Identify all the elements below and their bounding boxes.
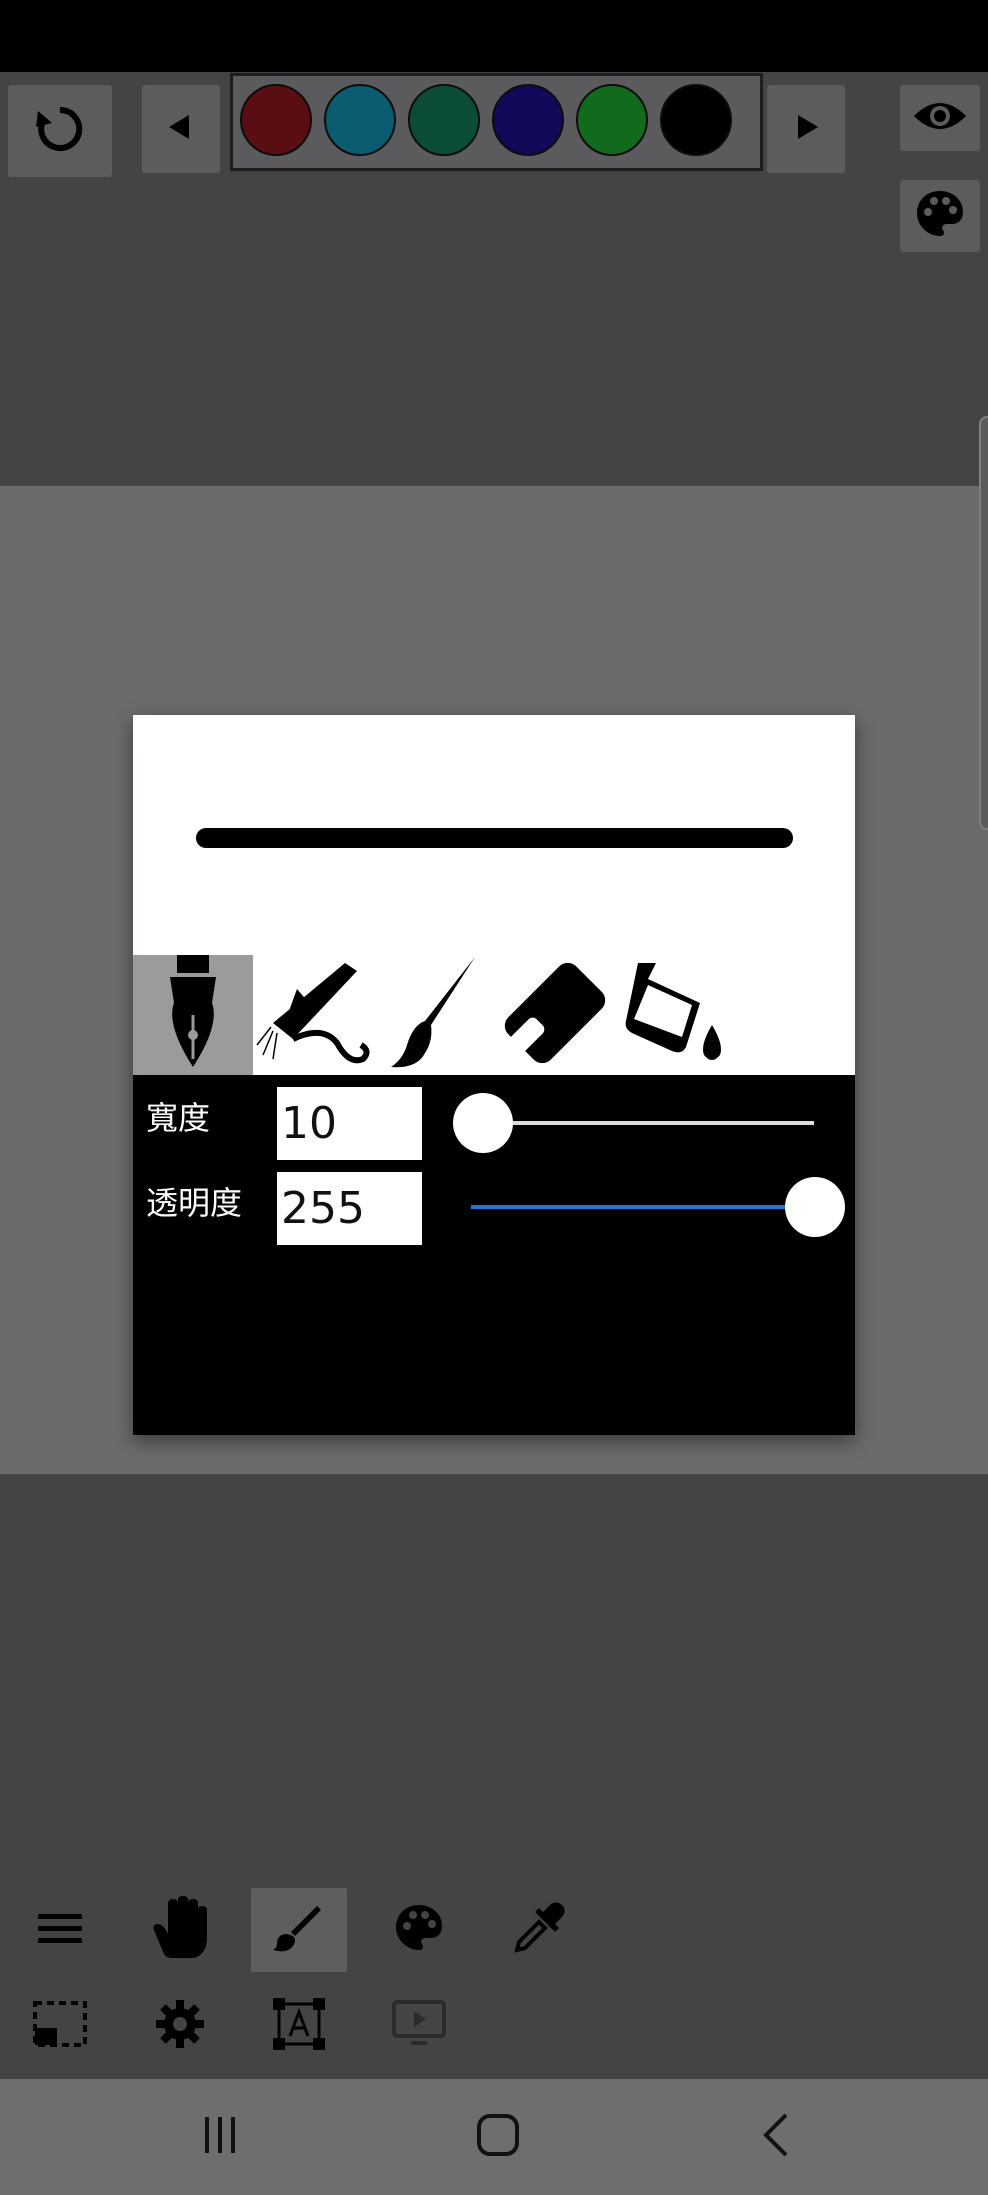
eye-icon [912, 96, 968, 140]
recent-apps-icon [200, 2115, 240, 2159]
selection-icon [32, 2000, 88, 2052]
undo-button[interactable] [8, 85, 112, 177]
palette-swatch[interactable] [492, 84, 564, 156]
eraser-icon [497, 955, 613, 1075]
home-button[interactable] [458, 2099, 538, 2175]
status-bar [0, 0, 988, 72]
gear-icon [154, 1998, 206, 2054]
system-navigation-bar [0, 2079, 988, 2195]
tool-eraser[interactable] [495, 955, 615, 1075]
text-button[interactable] [251, 1984, 347, 2068]
hand-icon [150, 1896, 210, 1964]
paintbrush-icon [383, 955, 483, 1075]
color-button[interactable] [371, 1888, 467, 1972]
opacity-slider-track[interactable] [471, 1205, 813, 1209]
menu-icon [36, 1910, 84, 1950]
playback-icon [391, 1999, 447, 2053]
palette-settings-button[interactable] [900, 180, 980, 252]
triangle-left-icon [165, 111, 197, 147]
width-slider-track[interactable] [483, 1121, 814, 1125]
tool-fountain-pen[interactable] [133, 955, 253, 1075]
undo-icon [32, 101, 88, 161]
recent-apps-button[interactable] [180, 2099, 260, 2175]
opacity-label: 透明度 [146, 1184, 243, 1222]
palette-swatch[interactable] [660, 84, 732, 156]
menu-button[interactable] [12, 1888, 108, 1972]
tool-fill-bucket[interactable] [615, 955, 735, 1075]
palette-next-button[interactable] [767, 85, 845, 173]
width-input[interactable]: 10 [277, 1087, 422, 1160]
visibility-button[interactable] [900, 85, 980, 151]
palette-swatch[interactable] [240, 84, 312, 156]
back-icon [758, 2112, 794, 2162]
home-icon [475, 2112, 521, 2162]
palette-icon [393, 1902, 445, 1958]
brush-settings-dialog: 寬度 10 透明度 255 [133, 715, 855, 1435]
palette-swatch[interactable] [324, 84, 396, 156]
tool-paintbrush[interactable] [373, 955, 493, 1075]
playback-button[interactable] [371, 1984, 467, 2068]
palette-icon [914, 188, 966, 244]
stroke-preview-line [196, 828, 793, 848]
triangle-right-icon [790, 111, 822, 147]
fountain-pen-icon [158, 955, 228, 1075]
brush-icon [273, 1902, 325, 1958]
eyedropper-icon [513, 1902, 565, 1958]
color-palette [230, 73, 763, 171]
settings-button[interactable] [132, 1984, 228, 2068]
fill-bucket-icon [620, 955, 730, 1075]
opacity-input[interactable]: 255 [277, 1172, 422, 1245]
pan-button[interactable] [132, 1888, 228, 1972]
bottom-toolbar [0, 1887, 988, 2079]
eyedropper-button[interactable] [491, 1888, 587, 1972]
tool-airbrush[interactable] [253, 955, 373, 1075]
stroke-preview [133, 715, 855, 1075]
palette-swatch[interactable] [576, 84, 648, 156]
brush-button[interactable] [251, 1888, 347, 1972]
back-button[interactable] [736, 2099, 816, 2175]
text-frame-icon [271, 1996, 327, 2056]
width-slider-thumb[interactable] [453, 1093, 513, 1153]
opacity-slider-thumb[interactable] [785, 1177, 845, 1237]
selection-button[interactable] [12, 1984, 108, 2068]
palette-swatch[interactable] [408, 84, 480, 156]
side-panel-handle[interactable] [979, 416, 988, 830]
palette-prev-button[interactable] [142, 85, 220, 173]
airbrush-icon [253, 955, 373, 1075]
width-label: 寬度 [146, 1099, 211, 1137]
top-toolbar [0, 72, 988, 486]
